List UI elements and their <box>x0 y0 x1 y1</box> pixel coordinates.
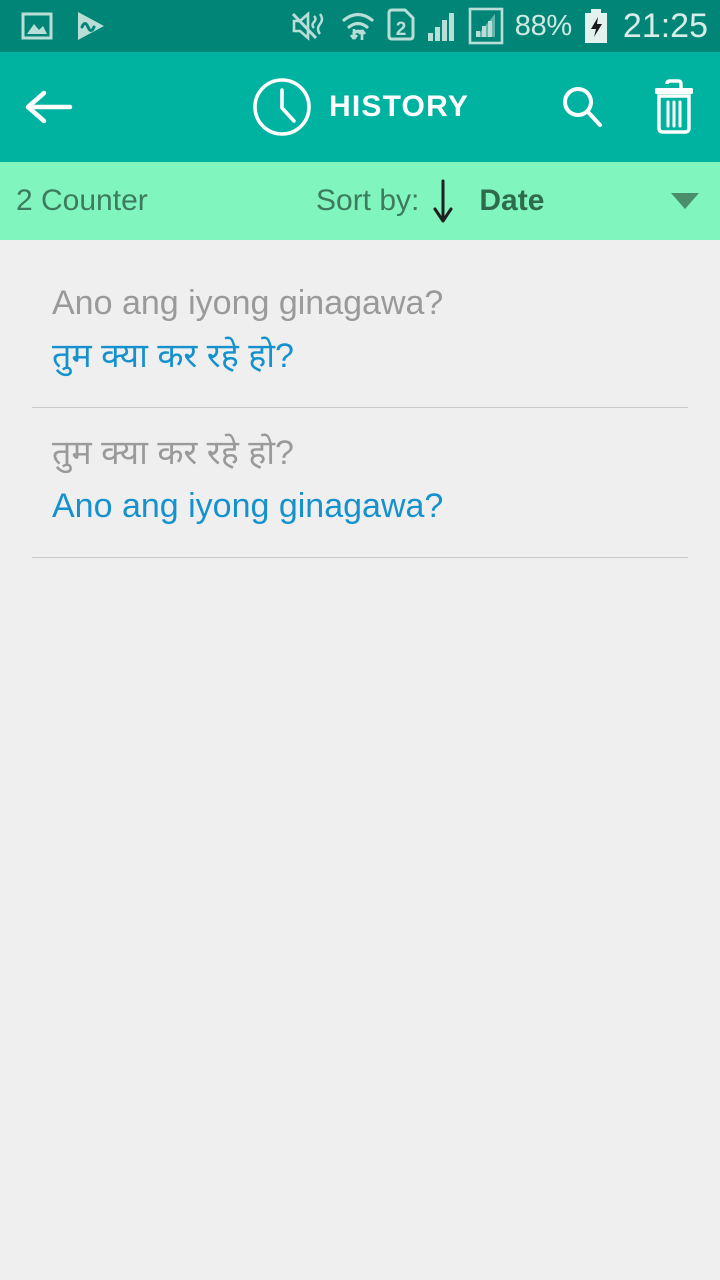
app-bar-actions <box>536 52 720 162</box>
chevron-down-icon <box>671 193 699 209</box>
trash-icon <box>655 79 693 134</box>
page-title: HISTORY <box>328 90 470 123</box>
search-button[interactable] <box>536 52 628 162</box>
svg-text:2: 2 <box>395 19 406 40</box>
history-counter-label: 2 Counter <box>16 184 148 217</box>
battery-charging-icon <box>584 9 607 43</box>
sort-value-label: Date <box>479 184 545 217</box>
signal-bars-1-icon <box>427 13 454 41</box>
gallery-icon <box>21 12 53 40</box>
wifi-icon <box>342 12 374 40</box>
search-icon <box>563 87 602 127</box>
sort-bar[interactable]: 2 Counter Sort by: Date <box>0 162 720 240</box>
status-bar-left-icons <box>0 9 108 43</box>
status-bar-right-icons: 2 88% 21:25 <box>290 0 708 52</box>
sim-2-icon: 2 <box>387 8 415 41</box>
history-item-target-text: तुम क्या कर रहे हो? <box>52 336 294 375</box>
back-button[interactable] <box>0 52 96 162</box>
arrow-down-icon[interactable] <box>429 177 457 225</box>
history-list-item[interactable]: तुम क्या कर रहे हो? Ano ang iyong ginaga… <box>0 408 720 558</box>
status-bar: 2 88% 21:25 <box>0 0 720 52</box>
signal-bars-2-icon <box>468 7 504 45</box>
history-list-item[interactable]: Ano ang iyong ginagawa? तुम क्या कर रहे … <box>0 258 720 408</box>
history-list: Ano ang iyong ginagawa? तुम क्या कर रहे … <box>0 240 720 558</box>
delete-history-button[interactable] <box>628 52 720 162</box>
history-clock-icon <box>253 78 311 136</box>
history-item-source-text: तुम क्या कर रहे हो? <box>52 434 294 472</box>
sort-by-label: Sort by: <box>316 184 420 217</box>
volume-mute-vibrate-icon <box>291 11 323 41</box>
app-bar: HISTORY <box>0 52 720 162</box>
battery-percent-label: 88% <box>514 9 572 42</box>
list-divider <box>32 557 688 558</box>
sort-dropdown-button[interactable] <box>668 184 702 218</box>
sort-by-control[interactable]: Sort by: Date <box>316 177 544 225</box>
history-item-target-text: Ano ang iyong ginagawa? <box>52 486 444 525</box>
status-bar-clock: 21:25 <box>622 6 708 45</box>
arrow-left-icon <box>25 90 73 124</box>
media-player-icon <box>78 12 104 40</box>
history-item-source-text: Ano ang iyong ginagawa? <box>52 284 444 322</box>
